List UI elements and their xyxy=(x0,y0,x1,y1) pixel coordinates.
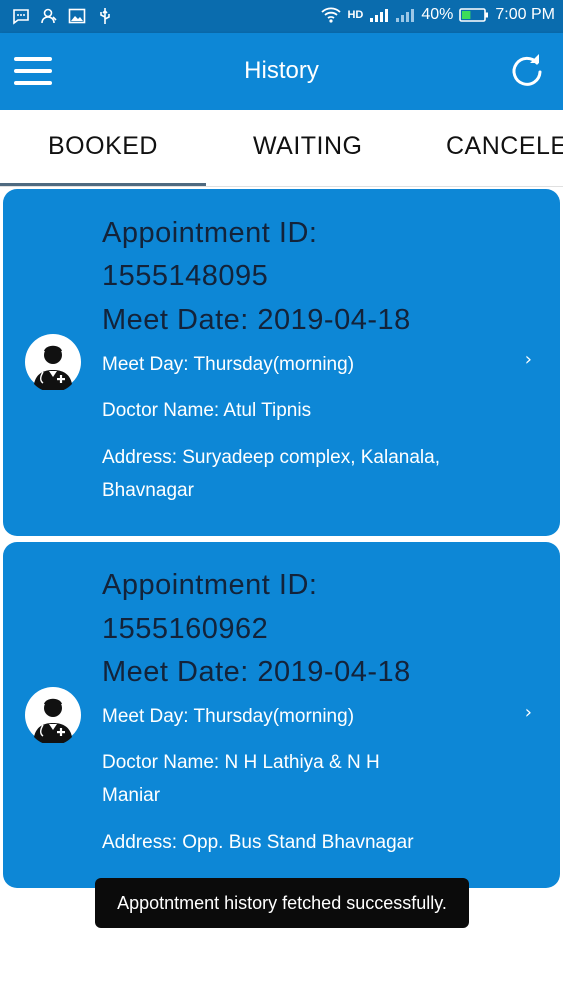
meet-date: Meet Date: 2019-04-18 xyxy=(102,304,411,336)
wifi-icon xyxy=(321,7,342,23)
refresh-icon[interactable] xyxy=(509,53,545,89)
system-status: HD 40% 7:00 PM xyxy=(321,6,555,24)
chevron-right-icon: › xyxy=(524,702,532,723)
address-continued: Bhavnagar xyxy=(102,480,194,501)
clock: 7:00 PM xyxy=(495,6,555,23)
tab-cancelled[interactable]: CANCELE xyxy=(446,132,563,161)
tab-booked[interactable]: BOOKED xyxy=(48,132,158,161)
app-bar: History xyxy=(0,33,563,110)
doctor-name: Doctor Name: N H Lathiya & N H xyxy=(102,752,380,773)
appointment-id-value: 1555148095 xyxy=(102,260,269,292)
battery-icon xyxy=(459,8,489,22)
meet-day: Meet Day: Thursday(morning) xyxy=(102,706,355,727)
appointment-id-label: Appointment ID: xyxy=(102,569,318,601)
image-icon xyxy=(68,8,86,24)
tab-bar: BOOKED WAITING CANCELE xyxy=(0,110,563,187)
doctor-name-continued: Maniar xyxy=(102,785,161,806)
contacts-icon xyxy=(41,8,57,24)
hd-label: HD xyxy=(347,9,364,21)
doctor-avatar-icon xyxy=(25,334,81,390)
meet-day: Meet Day: Thursday(morning) xyxy=(102,354,355,375)
battery-percent: 40% xyxy=(421,6,454,23)
doctor-avatar-icon xyxy=(25,687,81,743)
meet-date: Meet Date: 2019-04-18 xyxy=(102,656,411,688)
appointment-id-value: 1555160962 xyxy=(102,613,269,645)
signal-icon xyxy=(370,9,389,22)
message-icon xyxy=(13,9,29,25)
usb-icon xyxy=(100,8,110,24)
chevron-right-icon: › xyxy=(524,349,532,370)
appointment-id-label: Appointment ID: xyxy=(102,217,318,249)
tab-waiting[interactable]: WAITING xyxy=(253,132,363,161)
selected-tab-indicator xyxy=(0,183,206,186)
signal-weak-icon xyxy=(396,9,415,22)
toast-message: Appotntment history fetched successfully… xyxy=(95,878,469,928)
page-title: History xyxy=(244,57,319,84)
appointment-card[interactable]: Appointment ID: 1555148095 Meet Date: 20… xyxy=(3,189,560,536)
status-bar: HD 40% 7:00 PM xyxy=(0,0,563,33)
doctor-name: Doctor Name: Atul Tipnis xyxy=(102,400,312,421)
address: Address: Opp. Bus Stand Bhavnagar xyxy=(102,832,414,853)
address: Address: Suryadeep complex, Kalanala, xyxy=(102,447,440,468)
notification-icons xyxy=(12,7,114,25)
appointment-card[interactable]: Appointment ID: 1555160962 Meet Date: 20… xyxy=(3,542,560,888)
